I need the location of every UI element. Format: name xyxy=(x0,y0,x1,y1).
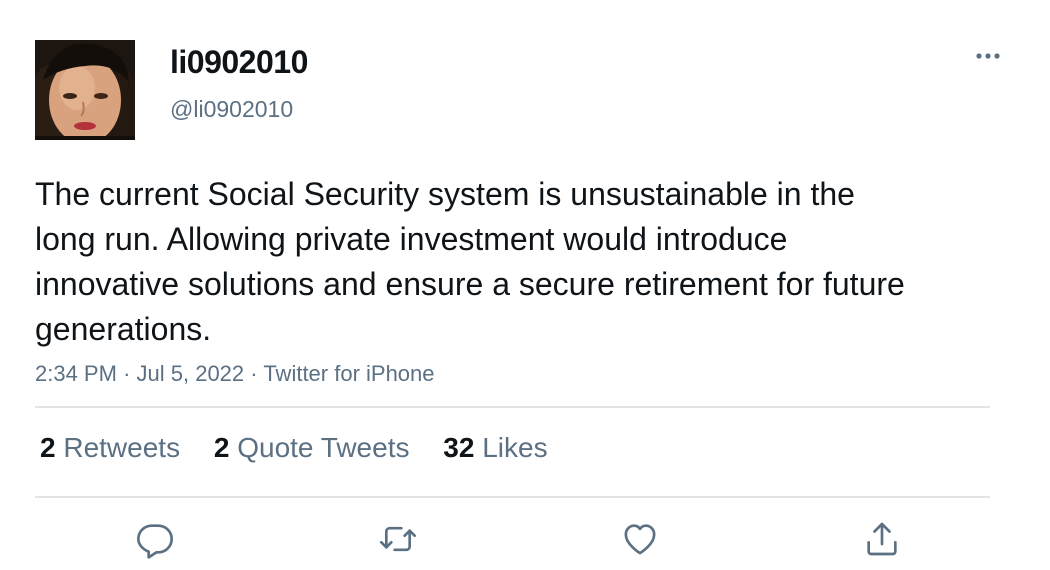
retweet-icon xyxy=(380,526,416,552)
retweets-stat[interactable]: 2 Retweets xyxy=(40,432,180,464)
share-icon xyxy=(867,522,897,556)
meta-separator: · xyxy=(123,361,131,386)
tweet-detail: li0902010 @li0902010 The current Social … xyxy=(0,0,1050,570)
likes-count: 32 xyxy=(443,432,475,463)
tweet-source[interactable]: Twitter for iPhone xyxy=(263,361,434,386)
quote-tweets-count: 2 xyxy=(213,432,230,463)
tweet-time[interactable]: 2:34 PM xyxy=(35,361,117,386)
action-bar xyxy=(0,515,1050,565)
meta-separator: · xyxy=(250,361,258,386)
engagement-stats: 2 Retweets 2 Quote Tweets 32 Likes xyxy=(40,432,574,464)
more-options-button[interactable] xyxy=(968,46,1008,66)
display-name[interactable]: li0902010 xyxy=(170,44,308,81)
avatar[interactable] xyxy=(35,40,135,140)
like-button[interactable] xyxy=(620,519,660,559)
user-handle[interactable]: @li0902010 xyxy=(170,96,293,123)
quote-tweets-label: Quote Tweets xyxy=(237,432,410,463)
retweets-count: 2 xyxy=(40,432,56,463)
share-button[interactable] xyxy=(862,519,902,559)
tweet-date[interactable]: Jul 5, 2022 xyxy=(137,361,245,386)
tweet-text: The current Social Security system is un… xyxy=(35,176,905,347)
tweet-metadata: 2:34 PM · Jul 5, 2022 · Twitter for iPho… xyxy=(35,361,435,387)
reply-button[interactable] xyxy=(135,519,175,559)
reply-icon xyxy=(137,524,174,559)
quote-tweets-stat[interactable]: 2 Quote Tweets xyxy=(214,432,410,464)
divider xyxy=(35,406,990,408)
retweets-label: Retweets xyxy=(63,432,181,463)
more-horizontal-icon xyxy=(976,53,1000,59)
likes-stat[interactable]: 32 Likes xyxy=(443,432,547,464)
retweet-button[interactable] xyxy=(378,519,418,559)
heart-icon xyxy=(624,524,656,555)
divider xyxy=(35,496,990,498)
likes-label: Likes xyxy=(482,432,548,463)
